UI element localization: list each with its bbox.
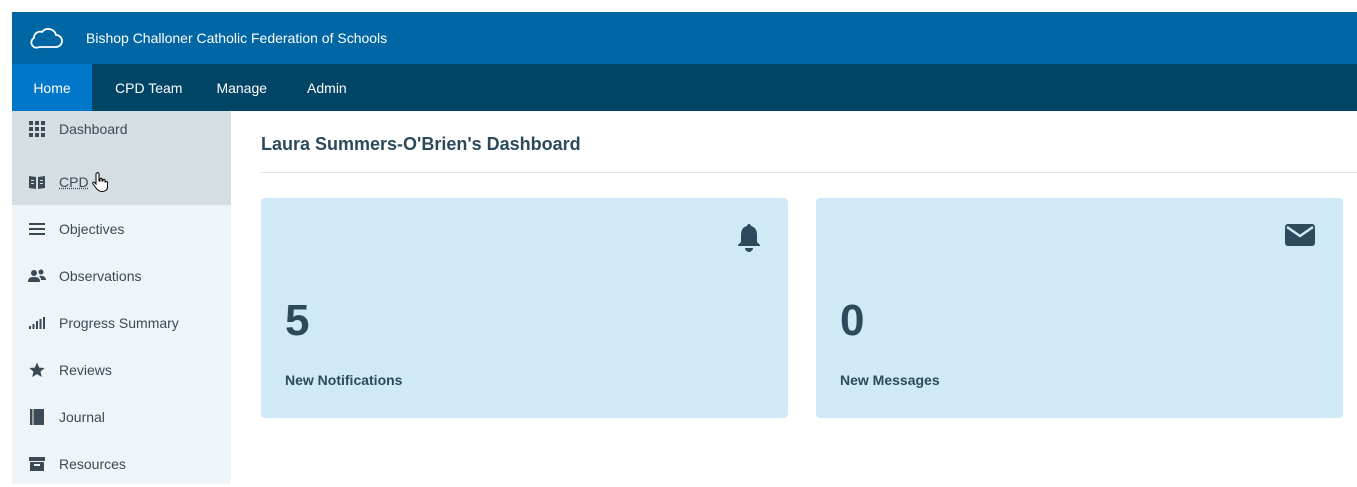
notification-caption: New Notifications <box>285 372 403 388</box>
organization-title[interactable]: Bishop Challoner Catholic Federation of … <box>86 30 387 46</box>
grid-icon <box>27 120 47 137</box>
sidebar-item-label: Resources <box>59 455 126 472</box>
sidebar-item-resources[interactable]: Resources <box>12 440 231 487</box>
book-icon <box>27 408 47 425</box>
star-icon <box>27 362 47 378</box>
bell-icon <box>738 224 760 257</box>
messages-card[interactable]: 0 New Messages <box>816 198 1343 418</box>
sidebar-item-label: Dashboard <box>59 120 128 137</box>
app-header: Bishop Challoner Catholic Federation of … <box>12 12 1357 64</box>
hand-cursor-icon <box>92 172 108 195</box>
message-count: 0 <box>840 296 865 345</box>
sidebar-item-objectives[interactable]: Objectives <box>12 205 231 252</box>
page-title: Laura Summers-O'Brien's Dashboard <box>261 134 581 154</box>
main-nav: Home CPD Team Manage Admin <box>12 64 1357 111</box>
bar-signal-icon <box>27 315 47 331</box>
notifications-card[interactable]: 5 New Notifications <box>261 198 788 418</box>
divider <box>261 172 1357 173</box>
message-caption: New Messages <box>840 372 940 388</box>
sidebar: Dashboard CPD Objectives Observations Pr… <box>12 111 231 484</box>
book-open-icon <box>27 174 47 190</box>
sidebar-item-label: Reviews <box>59 361 112 378</box>
list-icon <box>27 221 47 237</box>
nav-home[interactable]: Home <box>12 64 92 111</box>
sidebar-item-label: CPD <box>59 173 89 190</box>
envelope-icon <box>1285 224 1315 251</box>
nav-manage[interactable]: Manage <box>216 64 267 111</box>
notification-count: 5 <box>285 296 310 345</box>
nav-cpd-team[interactable]: CPD Team <box>115 64 182 111</box>
archive-icon <box>27 456 47 472</box>
nav-admin[interactable]: Admin <box>307 64 347 111</box>
sidebar-item-progress-summary[interactable]: Progress Summary <box>12 299 231 346</box>
users-icon <box>27 268 47 284</box>
sidebar-item-label: Progress Summary <box>59 314 179 331</box>
sidebar-item-cpd[interactable]: CPD <box>12 158 231 205</box>
sidebar-item-reviews[interactable]: Reviews <box>12 346 231 393</box>
sidebar-item-observations[interactable]: Observations <box>12 252 231 299</box>
sidebar-item-journal[interactable]: Journal <box>12 393 231 440</box>
cloud-logo-icon[interactable] <box>30 23 70 53</box>
sidebar-item-label: Observations <box>59 267 142 284</box>
sidebar-item-dashboard[interactable]: Dashboard <box>12 111 231 158</box>
sidebar-item-label: Objectives <box>59 220 125 237</box>
sidebar-item-label: Journal <box>59 408 105 425</box>
